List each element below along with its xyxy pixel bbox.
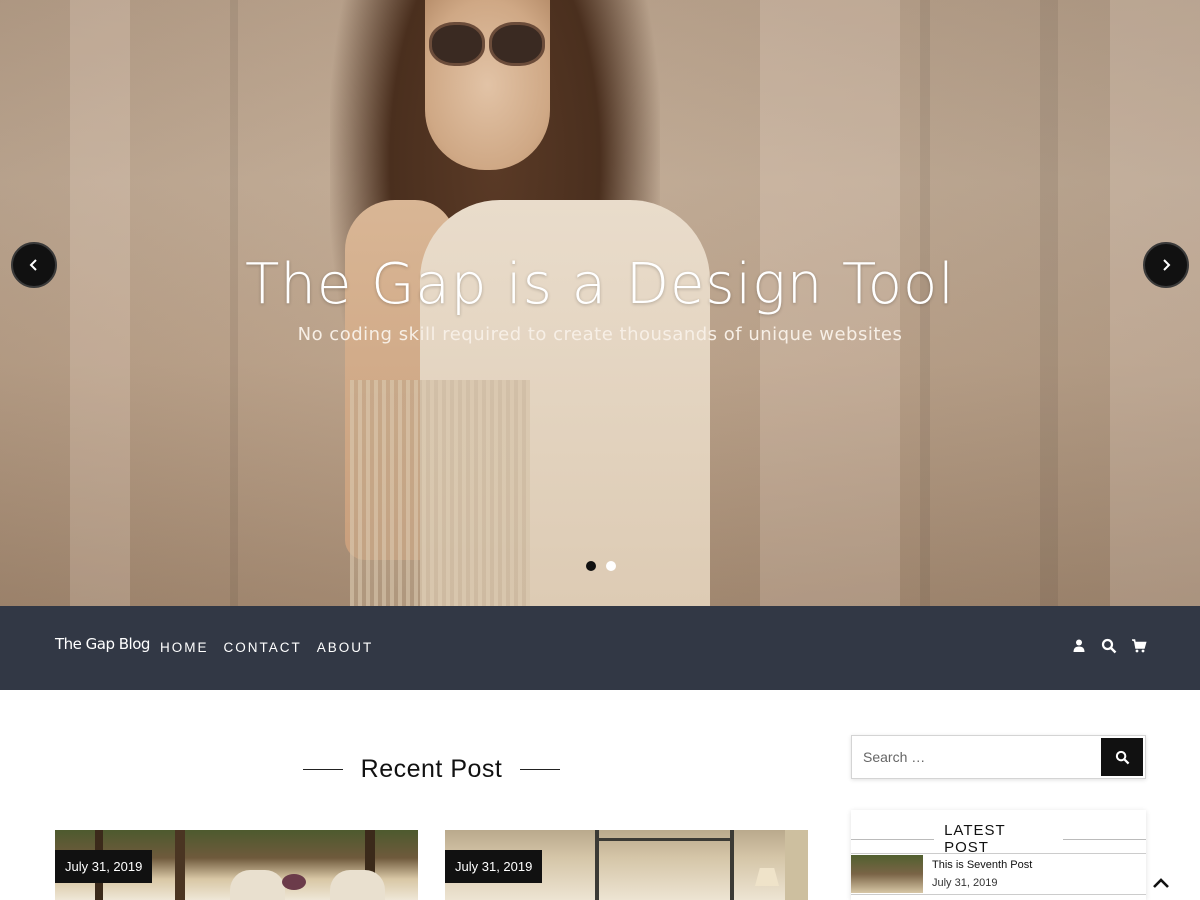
sunglasses-lens xyxy=(489,22,545,66)
section-title: Recent Post xyxy=(360,755,503,783)
post-image-detail xyxy=(282,874,306,890)
latest-post-thumbnail[interactable] xyxy=(851,855,923,893)
post-image-detail xyxy=(330,870,385,900)
hero-photo-fringe xyxy=(350,380,530,606)
post-date-badge[interactable]: July 31, 2019 xyxy=(445,850,543,883)
post-image-detail xyxy=(785,830,808,900)
cart-icon[interactable] xyxy=(1131,638,1147,654)
latest-post-widget: LATEST POST This is Seventh Post July 31… xyxy=(851,810,1146,900)
slider-next-button[interactable] xyxy=(1143,242,1189,288)
post-card[interactable]: July 31, 2019 xyxy=(55,830,418,900)
chevron-left-icon xyxy=(29,259,37,271)
widget-title: LATEST POST xyxy=(944,822,1006,856)
latest-post-date: July 31, 2019 xyxy=(932,877,998,889)
hero-photo-face xyxy=(425,0,550,170)
latest-post-title[interactable]: This is Seventh Post xyxy=(932,859,1032,871)
site-logo[interactable]: The Gap Blog xyxy=(55,635,150,653)
nav-icons xyxy=(1071,638,1147,654)
post-date-badge[interactable]: July 31, 2019 xyxy=(55,850,153,883)
sunglasses-lens xyxy=(429,22,485,66)
slider-dot-2[interactable] xyxy=(606,561,616,571)
post-card[interactable]: July 31, 2019 xyxy=(445,830,808,900)
heading-rule xyxy=(302,769,343,770)
recent-post-heading: Recent Post xyxy=(55,755,808,784)
widget-heading: LATEST POST xyxy=(851,822,1146,856)
search-icon[interactable] xyxy=(1101,638,1117,654)
hero-subtitle: No coding skill required to create thous… xyxy=(297,324,903,345)
post-image-detail xyxy=(230,870,285,900)
latest-post-item[interactable] xyxy=(851,894,1146,900)
chevron-up-icon xyxy=(1153,878,1169,888)
latest-post-item[interactable]: This is Seventh Post July 31, 2019 xyxy=(851,853,1146,893)
search-widget xyxy=(851,735,1146,779)
heading-rule xyxy=(520,769,561,770)
search-icon xyxy=(1115,750,1129,764)
nav-menu: HOME CONTACT ABOUT xyxy=(160,640,373,655)
post-image-detail xyxy=(175,830,185,900)
hero-slider: The Gap is a Design Tool No coding skill… xyxy=(0,0,1200,606)
user-icon[interactable] xyxy=(1071,638,1087,654)
post-image-detail xyxy=(595,838,734,841)
post-image-detail xyxy=(755,868,779,886)
slider-prev-button[interactable] xyxy=(11,242,57,288)
search-submit-button[interactable] xyxy=(1101,738,1143,776)
nav-link-home[interactable]: HOME xyxy=(160,640,209,655)
nav-link-about[interactable]: ABOUT xyxy=(317,640,374,655)
chevron-right-icon xyxy=(1163,259,1171,271)
slider-dot-1[interactable] xyxy=(586,561,596,571)
main-navbar: The Gap Blog HOME CONTACT ABOUT xyxy=(0,606,1200,690)
hero-title: The Gap is a Design Tool xyxy=(245,252,955,317)
scroll-to-top-button[interactable] xyxy=(1150,874,1172,892)
heading-rule xyxy=(1062,838,1146,840)
nav-link-contact[interactable]: CONTACT xyxy=(224,640,302,655)
slider-dots xyxy=(586,561,616,571)
search-input[interactable] xyxy=(852,736,1102,778)
heading-rule xyxy=(851,838,935,840)
